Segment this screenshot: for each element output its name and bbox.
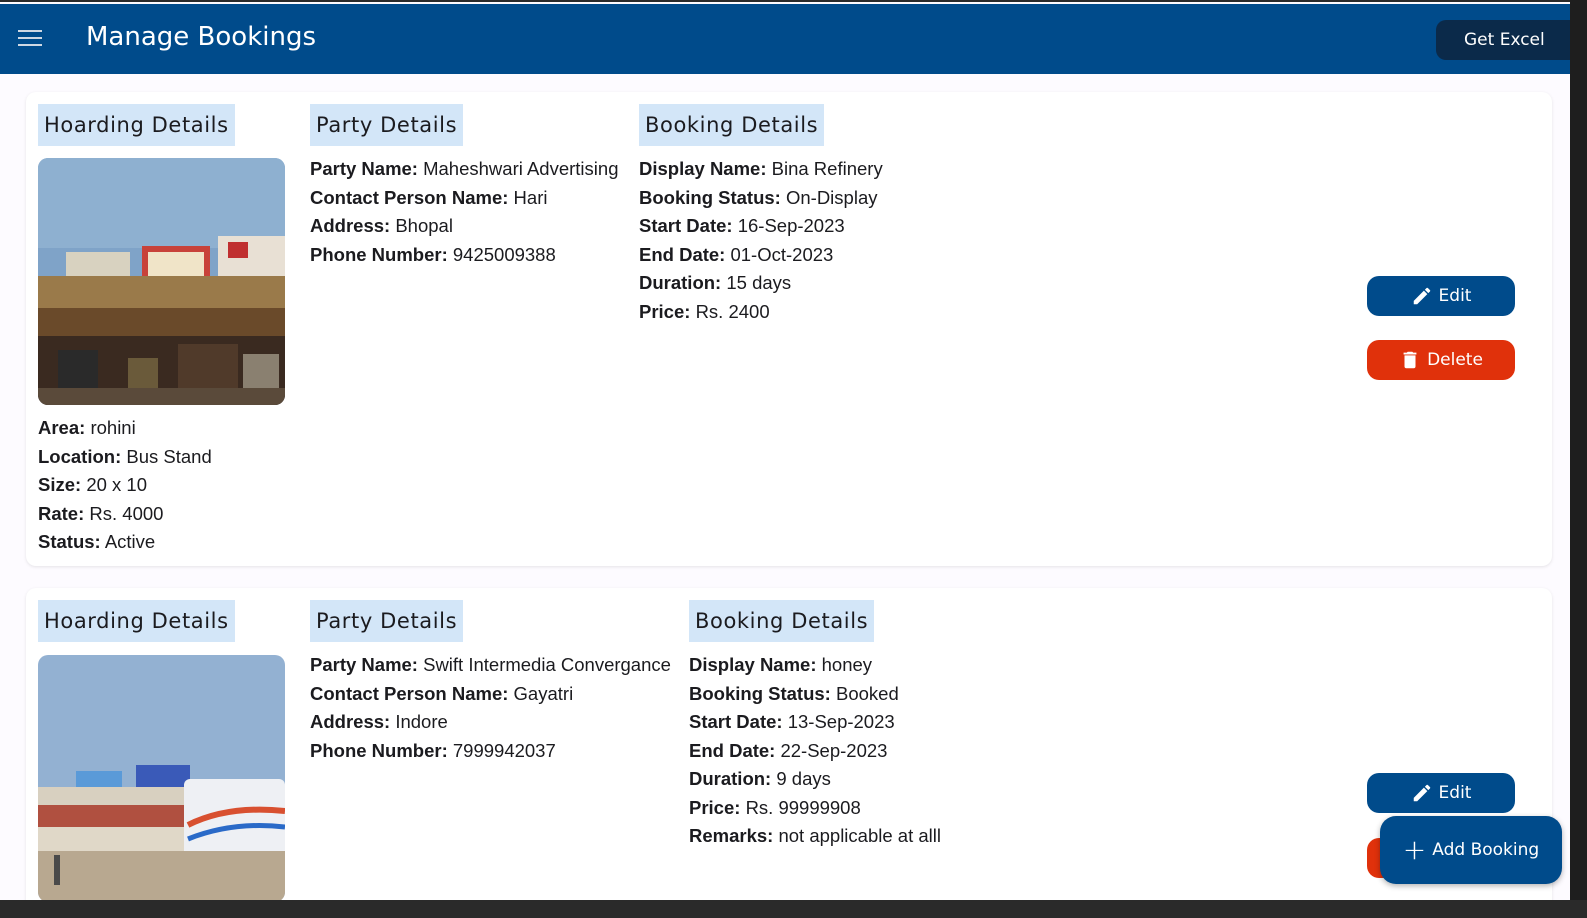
party-info: Party Name: Maheshwari Advertising Conta… <box>310 155 618 269</box>
booking-details-heading: Booking Details <box>689 600 875 642</box>
booking-card: Hoarding Details Area: rohini Location: … <box>26 92 1552 566</box>
booking-info: Display Name: honey Booking Status: Book… <box>689 651 941 851</box>
booking-card: Hoarding Details Party Details Party Nam… <box>26 588 1552 912</box>
app-window: Manage Bookings Get Excel Hoarding Detai… <box>0 0 1570 912</box>
page-title: Manage Bookings <box>86 22 317 52</box>
area-value: rohini <box>90 417 136 438</box>
location-row: Location: Bus Stand <box>38 445 212 467</box>
duration-row: Duration: 9 days <box>689 768 831 789</box>
remarks-row: Remarks: not applicable at alll <box>689 825 941 846</box>
trash-icon <box>1403 351 1417 369</box>
menu-icon[interactable] <box>18 30 44 50</box>
party-details-heading: Party Details <box>310 104 464 146</box>
contact-person-row: Contact Person Name: Gayatri <box>310 682 574 704</box>
delete-button[interactable]: Delete <box>1367 340 1515 380</box>
booking-info: Display Name: Bina Refinery Booking Stat… <box>639 155 883 326</box>
end-date-row: End Date: 22-Sep-2023 <box>689 739 888 761</box>
location-value: Bus Stand <box>126 445 212 467</box>
pencil-icon <box>1413 784 1430 802</box>
add-booking-button[interactable]: + Add Booking <box>1380 816 1562 884</box>
booking-status-row: Booking Status: Booked <box>689 682 899 704</box>
display-name-row: Display Name: honey <box>689 654 873 675</box>
pencil-icon <box>1413 287 1430 305</box>
display-name-row: Display Name: Bina Refinery <box>639 158 883 179</box>
party-name-row: Party Name: Maheshwari Advertising <box>310 158 619 179</box>
size-value: 20 x 10 <box>86 474 148 495</box>
rate-row: Rate: Rs. 4000 <box>38 502 164 524</box>
hoarding-info: Area: rohini Location: Bus Stand Size: 2… <box>38 414 212 557</box>
hoarding-photo <box>38 655 285 902</box>
rate-value: Rs. 4000 <box>89 502 164 524</box>
address-row: Address: Bhopal <box>310 215 453 236</box>
party-info: Party Name: Swift Intermedia Convergance… <box>310 651 671 765</box>
start-date-row: Start Date: 16-Sep-2023 <box>639 215 845 236</box>
party-details-heading: Party Details <box>310 600 464 642</box>
edit-button[interactable]: Edit <box>1367 773 1515 813</box>
app-bar: Manage Bookings Get Excel <box>0 4 1570 74</box>
area-row: Area: rohini <box>38 417 136 438</box>
phone-row: Phone Number: 7999942037 <box>310 739 556 761</box>
booking-status-row: Booking Status: On-Display <box>639 186 878 208</box>
size-row: Size: 20 x 10 <box>38 474 148 495</box>
edit-button[interactable]: Edit <box>1367 276 1515 316</box>
plus-icon: + <box>1402 833 1427 866</box>
get-excel-button[interactable]: Get Excel <box>1436 20 1570 60</box>
hoarding-photo <box>38 158 285 405</box>
end-date-row: End Date: 01-Oct-2023 <box>639 243 834 265</box>
status-value: Active <box>104 531 156 552</box>
booking-details-heading: Booking Details <box>639 104 825 146</box>
price-row: Price: Rs. 2400 <box>639 300 770 322</box>
start-date-row: Start Date: 13-Sep-2023 <box>689 711 895 732</box>
contact-person-row: Contact Person Name: Hari <box>310 186 548 208</box>
party-name-row: Party Name: Swift Intermedia Convergance <box>310 654 671 675</box>
status-row: Status: Active <box>38 531 156 552</box>
hoarding-details-heading: Hoarding Details <box>38 104 235 146</box>
address-row: Address: Indore <box>310 711 448 732</box>
price-row: Price: Rs. 99999908 <box>689 796 861 818</box>
duration-row: Duration: 15 days <box>639 272 792 293</box>
window-bottom-edge <box>0 900 1587 918</box>
hoarding-details-heading: Hoarding Details <box>38 600 235 642</box>
phone-row: Phone Number: 9425009388 <box>310 243 556 265</box>
